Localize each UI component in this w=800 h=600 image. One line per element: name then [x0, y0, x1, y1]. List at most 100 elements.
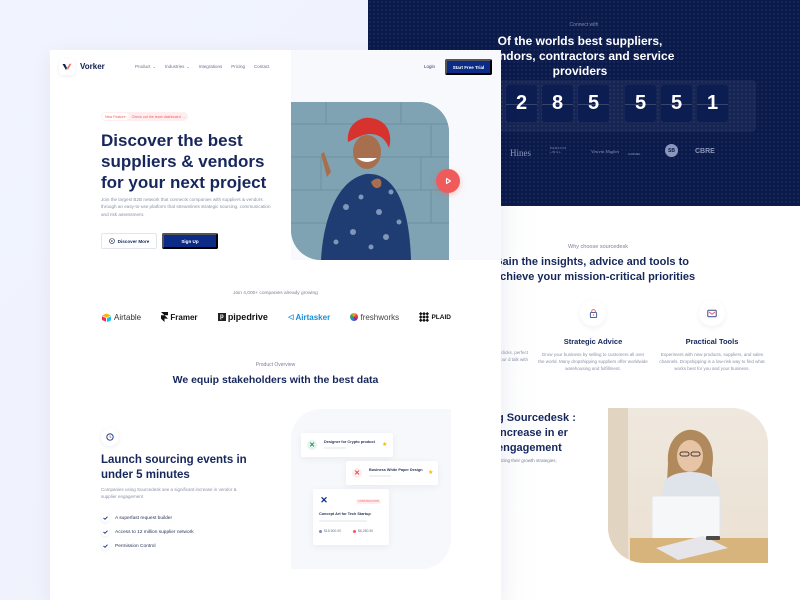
x-icon: ✕: [307, 440, 317, 450]
hero-description: Join the largest B2B network that connec…: [101, 197, 271, 217]
play-video-button[interactable]: [436, 169, 460, 193]
checklist-item: Permission Control: [101, 539, 194, 553]
price-bid: $6,280.50: [353, 529, 373, 533]
vorker-logo-icon[interactable]: [59, 59, 75, 75]
feature-strategic-advice: Strategic Advice Grow your business by s…: [538, 300, 648, 372]
client-logo-airtable: Airtable: [101, 313, 141, 322]
x-icon: ✕: [320, 494, 328, 505]
client-logo-plaid: PLAID: [419, 312, 451, 322]
mockup-card-crypto: ✕ Designer for Crypto product ★: [301, 433, 393, 457]
checklist-item: Access to 12 million supplier network: [101, 525, 194, 539]
mockup-card-concept-art: ✕ CONSTRUCTION Concept Art for Tech Star…: [313, 489, 389, 545]
overview-eyebrow: Product Overview: [255, 362, 296, 368]
engagement-title: g Sourcedesk : increase in er engagement: [497, 412, 576, 454]
client-logo-text: freshworks: [360, 312, 400, 322]
star-icon: ★: [382, 442, 388, 448]
nav-link-contact[interactable]: Contact: [254, 64, 270, 69]
star-icon: ★: [428, 470, 434, 476]
mail-icon: [699, 300, 725, 326]
feature-desc: Grow your business by selling to custome…: [538, 352, 648, 371]
partner-logo-hines: Hines: [510, 148, 531, 158]
airtable-icon: [102, 313, 111, 322]
feature-desc: Experiment with new products, suppliers,…: [659, 352, 765, 371]
nav-link-pricing[interactable]: Pricing: [231, 64, 245, 69]
partner-logo-carmel: CARMEL: [628, 152, 641, 156]
counter-digit: 8: [542, 85, 573, 122]
client-logo-pipedrive: p pipedrive: [217, 312, 268, 322]
dot-icon: [353, 529, 356, 533]
client-logo-airtasker: ◁ Airtasker: [288, 313, 330, 322]
nav-links: Product ⌄ Industries ⌄ Integrations Pricin…: [135, 64, 270, 69]
clients-caption: Join 4,000+ companies already growing: [233, 291, 318, 296]
checklist-text: Access to 12 million supplier network: [115, 529, 194, 535]
play-circle-icon: [108, 237, 115, 245]
woman-laptop-photo: [608, 408, 768, 563]
construction-tag: CONSTRUCTION: [356, 499, 381, 504]
price-value: $15,500.00: [324, 529, 341, 533]
nav-link-integrations[interactable]: Integrations: [199, 64, 223, 69]
nav-link-label: Industries: [164, 64, 185, 69]
partner-logo-vincent: Vincent Hughes: [591, 149, 620, 154]
checklist-text: Permission Control: [115, 543, 156, 549]
pipedrive-icon: p: [217, 313, 226, 321]
engagement-desc: mizing their growth strategies,: [497, 458, 557, 463]
feature-description: Companies using Sourcedesk see a signifi…: [101, 487, 237, 499]
nav-link-industries[interactable]: Industries ⌄: [165, 64, 190, 69]
top-nav: Vorker Product ⌄ Industries ⌄ Integrations…: [50, 50, 501, 86]
feature-checklist: A superfast request builder Access to 12…: [101, 511, 194, 553]
feature-title: Launch sourcing events in under 5 minute…: [101, 454, 247, 481]
discover-more-button[interactable]: Discover More: [101, 233, 157, 249]
check-icon: [101, 528, 109, 536]
partner-logo-cbre: CBRE: [695, 148, 715, 155]
checklist-text: A superfast request builder: [115, 515, 173, 521]
price-value: $6,280.50: [358, 529, 374, 533]
x-icon: ✕: [352, 468, 362, 478]
counter-digit: 2: [506, 85, 537, 122]
counter-digit: 5: [661, 85, 692, 122]
supplier-counter: 2 8 5 5 5 1: [466, 80, 756, 132]
feature-practical-tools: Practical Tools Experiment with new prod…: [657, 300, 767, 372]
partner-logos: Hines PERKINS +WILL Vincent Hughes CARME…: [478, 140, 738, 170]
price-budget: $15,500.00: [319, 529, 341, 533]
connect-eyebrow: Connect with: [569, 22, 599, 28]
badge-label: New Feature: [102, 113, 129, 120]
sign-up-button[interactable]: Sign Up: [162, 233, 218, 249]
mockup-card-title: Business White Paper Design: [369, 468, 423, 472]
checklist-item: A superfast request builder: [101, 511, 194, 525]
why-title: Gain the insights, advice and tools to a…: [494, 256, 696, 283]
mockup-card-whitepaper: ✕ Business White Paper Design ★: [346, 461, 438, 485]
nav-link-label: Product: [135, 64, 151, 69]
freshworks-icon: [350, 313, 359, 321]
partner-logo-perkins: PERKINS +WILL: [550, 146, 567, 154]
login-link[interactable]: Login: [424, 64, 435, 69]
check-icon: [101, 514, 109, 522]
client-logo-framer: Framer: [161, 312, 198, 322]
plaid-icon: [419, 312, 430, 322]
play-icon: [445, 177, 452, 185]
badge-link[interactable]: Check out the team dashboard →: [132, 115, 186, 119]
counter-digit: 1: [697, 85, 728, 122]
feature-title: Practical Tools: [685, 337, 739, 346]
new-feature-badge[interactable]: New Feature Check out the team dashboard…: [101, 112, 189, 121]
counter-digit: 5: [625, 85, 656, 122]
hero-title: Discover the best suppliers & vendors fo…: [101, 131, 267, 192]
chevron-down-icon: ⌄: [186, 64, 190, 69]
chevron-down-icon: ⌄: [152, 64, 156, 69]
client-logo-text: PLAID: [431, 313, 451, 321]
clock-icon: [101, 428, 119, 446]
lock-icon: [580, 300, 606, 326]
client-logo-text: Airtable: [114, 312, 142, 322]
client-logo-freshworks: freshworks: [350, 313, 399, 322]
start-free-trial-button[interactable]: Start Free Trial: [445, 59, 492, 75]
nav-link-product[interactable]: Product ⌄: [135, 64, 156, 69]
mockup-card-title: Designer for Crypto product: [324, 440, 375, 444]
why-eyebrow: Why choose sourcedesk: [568, 244, 628, 250]
landing-page-card: Vorker Product ⌄ Industries ⌄ Integrations…: [50, 50, 501, 600]
hero-woman-photo: [291, 102, 449, 260]
client-logo-text: Airtasker: [295, 312, 331, 322]
client-logo-text: pipedrive: [227, 312, 268, 322]
feature-title: Strategic Advice: [563, 337, 623, 346]
mockup-placeholder-bar: [324, 447, 346, 449]
brand-name[interactable]: Vorker: [80, 62, 105, 71]
counter-digit: 5: [578, 85, 609, 122]
